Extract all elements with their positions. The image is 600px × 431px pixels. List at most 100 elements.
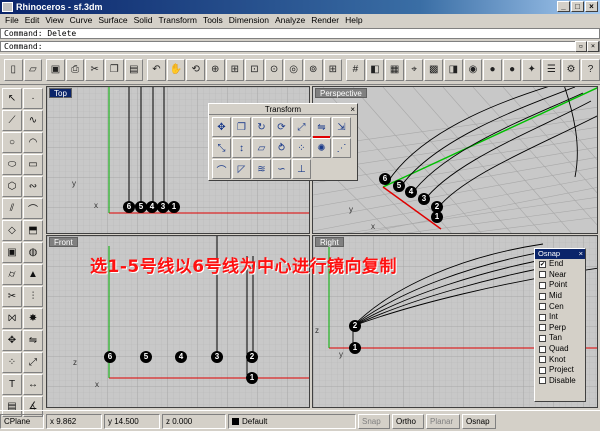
cmd-restore-icon[interactable]: ▫ xyxy=(575,41,587,52)
array-tool[interactable]: ⁘ xyxy=(2,352,22,373)
osnap-checkbox[interactable] xyxy=(539,313,546,321)
zoom-window-button[interactable]: ⊞ xyxy=(225,58,245,81)
command-prompt[interactable]: Command: ▫ × xyxy=(0,41,600,52)
transform-array-polar-button[interactable]: ✺ xyxy=(312,138,331,158)
text-tool[interactable]: T xyxy=(2,374,22,395)
osnap-cen[interactable]: Cen xyxy=(535,301,585,312)
menu-transform[interactable]: Transform xyxy=(156,14,200,27)
osnap-checkbox[interactable] xyxy=(539,324,546,332)
copy-button[interactable]: ❐ xyxy=(104,58,124,81)
menu-surface[interactable]: Surface xyxy=(95,14,130,27)
transform-twist-button[interactable]: ⥁ xyxy=(272,138,291,158)
grid-button[interactable]: # xyxy=(346,58,365,81)
transform-array-curve-button[interactable]: ⋰ xyxy=(332,138,351,158)
ortho-toggle[interactable]: Ortho xyxy=(392,413,424,429)
box-tool[interactable]: ▣ xyxy=(2,242,22,263)
transform-scale-1d-button[interactable]: ↕ xyxy=(232,138,251,158)
extrude-tool[interactable]: ⬒ xyxy=(23,220,43,241)
transform-rotate-button[interactable]: ↻ xyxy=(252,117,271,137)
pan-button[interactable]: ✋ xyxy=(166,58,186,81)
cone-tool[interactable]: ▲ xyxy=(23,264,43,285)
zoom-all-button[interactable]: ⊚ xyxy=(303,58,323,81)
osnap-perp[interactable]: Perp xyxy=(535,323,585,334)
menu-dimension[interactable]: Dimension xyxy=(226,14,272,27)
surface-tool[interactable]: ◇ xyxy=(2,220,22,241)
options-button[interactable]: ⚙ xyxy=(561,58,581,81)
osnap-int[interactable]: Int xyxy=(535,312,585,323)
fillet-tool[interactable]: ⌒ xyxy=(23,198,43,219)
transform-rotate-3d-button[interactable]: ⟳ xyxy=(272,117,291,137)
polyline-tool[interactable]: ⟋ xyxy=(2,110,22,131)
zoom-selected-button[interactable]: ⊙ xyxy=(264,58,284,81)
osnap-checkbox[interactable] xyxy=(539,356,546,364)
zoom-target-button[interactable]: ◎ xyxy=(284,58,303,81)
curve-tool[interactable]: ∿ xyxy=(23,110,43,131)
osnap-checkbox[interactable] xyxy=(539,271,546,279)
cylinder-tool[interactable]: ⌭ xyxy=(2,264,22,285)
dimension-tool[interactable]: ↔ xyxy=(23,374,43,395)
material-button[interactable]: ● xyxy=(483,58,502,81)
osnap-checkbox[interactable] xyxy=(539,292,546,300)
light-button[interactable]: ✦ xyxy=(522,58,542,81)
move-tool[interactable]: ✥ xyxy=(2,330,22,351)
transform-bend-button[interactable]: ⌒ xyxy=(212,159,231,179)
open-file-button[interactable]: ▱ xyxy=(23,58,43,81)
new-file-button[interactable]: ▯ xyxy=(4,58,23,81)
maximize-button[interactable]: □ xyxy=(571,1,584,12)
select-tool[interactable]: ↖ xyxy=(2,88,22,109)
status-layer[interactable]: Default xyxy=(228,413,356,429)
osnap-checkbox[interactable] xyxy=(539,303,546,311)
transform-shear-button[interactable]: ▱ xyxy=(252,138,271,158)
osnap-checkbox[interactable] xyxy=(539,366,546,374)
point-tool[interactable]: · xyxy=(23,88,43,109)
menu-view[interactable]: View xyxy=(42,14,66,27)
osnap-toggle[interactable]: Osnap xyxy=(462,413,496,429)
osnap-project[interactable]: Project xyxy=(535,365,585,376)
freeform-tool[interactable]: ∾ xyxy=(23,176,43,197)
sphere-solid-tool[interactable]: ◍ xyxy=(23,242,43,263)
paste-button[interactable]: ▤ xyxy=(124,58,144,81)
circle-tool[interactable]: ○ xyxy=(2,132,22,153)
menu-help[interactable]: Help xyxy=(342,14,365,27)
osnap-point[interactable]: Point xyxy=(535,280,585,291)
transform-copy-button[interactable]: ❐ xyxy=(232,117,251,137)
transform-move-button[interactable]: ✥ xyxy=(212,117,231,137)
split-tool[interactable]: ⫶ xyxy=(23,286,43,307)
menu-solid[interactable]: Solid xyxy=(131,14,156,27)
osnap-checkbox[interactable] xyxy=(539,334,546,342)
offset-tool[interactable]: ⫽ xyxy=(2,198,22,219)
transform-scale-2d-button[interactable]: ⤡ xyxy=(212,138,231,158)
rectangle-tool[interactable]: ▭ xyxy=(23,154,43,175)
menu-tools[interactable]: Tools xyxy=(200,14,226,27)
close-button[interactable]: × xyxy=(585,1,598,12)
transform-toolbar[interactable]: Transform × ✥ ❐ ↻ ⟳ ⤢ ⇋ ⇲ ⤡ ↕ ▱ ⥁ ⁘ ✺ ⋰ ⌒ ◸ ≋ ∽ ⊥ xyxy=(208,103,358,181)
mirror-tool[interactable]: ⇋ xyxy=(23,330,43,351)
join-tool[interactable]: ⨝ xyxy=(2,308,22,329)
transform-smooth-button[interactable]: ∽ xyxy=(272,159,291,179)
color-wheel-button[interactable]: ◉ xyxy=(463,58,483,81)
properties-button[interactable]: ☰ xyxy=(542,58,561,81)
menu-render[interactable]: Render xyxy=(308,14,342,27)
viewport-title-top[interactable]: Top xyxy=(49,88,72,98)
osnap-checkbox[interactable] xyxy=(539,377,546,385)
explode-tool[interactable]: ✸ xyxy=(23,308,43,329)
osnap-panel[interactable]: Osnap × ✔ End Near Point Mid Cen Int Perp Tan Qua… xyxy=(534,248,586,402)
transform-close-icon[interactable]: × xyxy=(350,104,355,115)
select-color-button[interactable]: ▦ xyxy=(385,58,404,81)
transform-flow-button[interactable]: ≋ xyxy=(252,159,271,179)
transform-array-button[interactable]: ⁘ xyxy=(292,138,311,158)
minimize-button[interactable]: _ xyxy=(557,1,570,12)
cut-button[interactable]: ✂ xyxy=(85,58,104,81)
osnap-close-icon[interactable]: × xyxy=(579,249,583,259)
zoom-dynamic-button[interactable]: ⊕ xyxy=(205,58,225,81)
print-button[interactable]: ⎙ xyxy=(65,58,85,81)
osnap-checkbox[interactable]: ✔ xyxy=(539,260,546,268)
trim-tool[interactable]: ✂ xyxy=(2,286,22,307)
undo-button[interactable]: ↶ xyxy=(147,58,166,81)
ellipse-tool[interactable]: ⬭ xyxy=(2,154,22,175)
snap-toggle[interactable]: Snap xyxy=(358,413,390,429)
menu-file[interactable]: File xyxy=(2,14,22,27)
osnap-quad[interactable]: Quad xyxy=(535,344,585,355)
viewport-title-front[interactable]: Front xyxy=(49,237,78,247)
osnap-title-bar[interactable]: Osnap × xyxy=(535,249,585,259)
